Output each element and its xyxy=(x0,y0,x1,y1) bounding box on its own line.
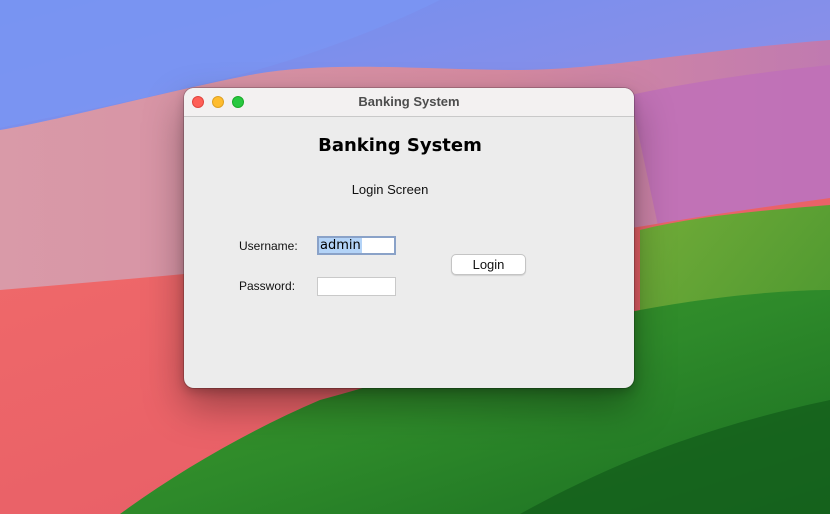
title-bar[interactable]: Banking System xyxy=(184,88,634,117)
app-heading: Banking System xyxy=(318,135,482,156)
app-window: Banking System Banking System Login Scre… xyxy=(184,88,634,388)
login-panel: Banking System Login Screen Username: ad… xyxy=(184,117,634,388)
window-title: Banking System xyxy=(358,94,460,109)
username-label: Username: xyxy=(239,239,298,253)
username-value: admin xyxy=(319,238,362,253)
password-input[interactable] xyxy=(317,277,396,296)
username-input[interactable]: admin xyxy=(317,236,396,255)
desktop: Banking System Banking System Login Scre… xyxy=(0,0,830,514)
password-label: Password: xyxy=(239,279,296,293)
login-screen-label: Login Screen xyxy=(351,182,429,197)
login-button[interactable]: Login xyxy=(451,254,526,275)
